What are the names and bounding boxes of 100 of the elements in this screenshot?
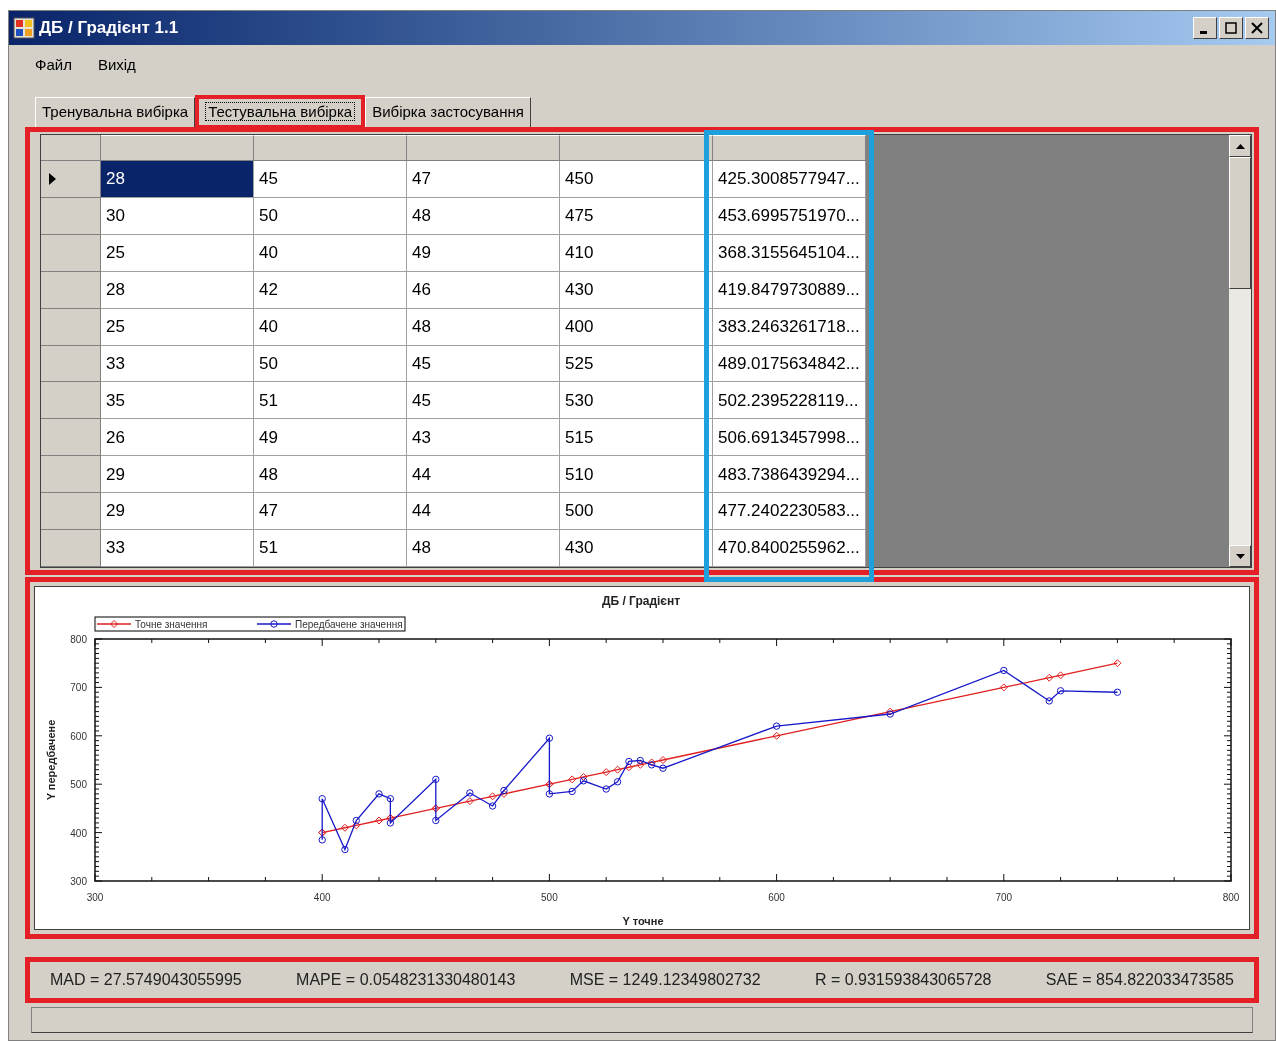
scroll-up-button[interactable] [1229, 135, 1251, 157]
table-cell[interactable]: 43 [407, 419, 560, 457]
point [579, 772, 588, 781]
table-cell[interactable]: 525 [560, 345, 713, 383]
point [1113, 659, 1122, 668]
table-cell[interactable]: 44 [407, 456, 560, 494]
point [352, 821, 361, 830]
table-cell[interactable]: 42 [254, 271, 407, 309]
table-cell[interactable]: 46 [407, 271, 560, 309]
column-header[interactable] [101, 135, 254, 161]
column-header[interactable] [407, 135, 560, 161]
point [488, 792, 497, 801]
scroll-thumb[interactable] [1229, 157, 1251, 289]
close-icon [1251, 22, 1263, 34]
point [659, 764, 667, 772]
table-cell[interactable]: 470.8400255962... [713, 530, 866, 567]
row-header[interactable] [41, 493, 101, 531]
table-cell[interactable]: 453.6995751970... [713, 197, 866, 235]
table-cell[interactable]: 29 [101, 456, 254, 494]
table-cell[interactable]: 48 [407, 308, 560, 346]
maximize-button[interactable] [1219, 17, 1243, 39]
table-cell[interactable]: 35 [101, 382, 254, 420]
table-cell[interactable]: 368.3155645104... [713, 234, 866, 272]
close-button[interactable] [1245, 17, 1269, 39]
table-cell[interactable]: 47 [407, 160, 560, 198]
table-cell[interactable]: 45 [407, 382, 560, 420]
menu-item[interactable]: Файл [35, 53, 72, 77]
table-cell[interactable]: 383.2463261718... [713, 308, 866, 346]
column-header[interactable] [254, 135, 407, 161]
table-cell[interactable]: 48 [407, 197, 560, 235]
table-cell[interactable]: 483.7386439294... [713, 456, 866, 494]
row-header[interactable] [41, 456, 101, 494]
table-cell[interactable]: 44 [407, 493, 560, 531]
table-cell[interactable]: 28 [101, 271, 254, 309]
table-cell[interactable]: 530 [560, 382, 713, 420]
table-cell[interactable]: 502.2395228119... [713, 382, 866, 420]
row-header[interactable] [41, 234, 101, 272]
column-header[interactable] [560, 135, 713, 161]
point [545, 790, 554, 798]
vertical-scrollbar[interactable] [1229, 135, 1251, 567]
table-cell[interactable]: 33 [101, 530, 254, 567]
table-cell[interactable]: 430 [560, 530, 713, 567]
table-cell[interactable]: 450 [560, 160, 713, 198]
menu-item[interactable]: Вихід [97, 53, 136, 77]
row-header[interactable] [41, 419, 101, 457]
table-cell[interactable]: 400 [560, 308, 713, 346]
table-cell[interactable]: 425.3008577947... [713, 160, 866, 198]
table-cell[interactable]: 410 [560, 234, 713, 272]
table-cell[interactable]: 506.6913457998... [713, 419, 866, 457]
tab[interactable]: Вибірка застосування [365, 97, 531, 127]
x-tick-label: 700 [995, 892, 1013, 903]
table-cell[interactable]: 419.8479730889... [713, 271, 866, 309]
minimize-button[interactable] [1193, 17, 1217, 39]
table-cell[interactable]: 40 [254, 234, 407, 272]
table-cell[interactable]: 33 [101, 345, 254, 383]
statistic-label: R = 0.931593843065728 [814, 970, 992, 990]
table-cell[interactable]: 51 [254, 530, 407, 567]
table-cell[interactable]: 475 [560, 197, 713, 235]
row-header[interactable] [41, 271, 101, 309]
row-header[interactable] [41, 308, 101, 346]
point [602, 785, 610, 793]
row-header[interactable] [41, 197, 101, 235]
table-cell[interactable]: 489.0175634842... [713, 345, 866, 383]
table-cell[interactable]: 500 [560, 493, 713, 531]
tab[interactable]: Тестувальна вибірка [195, 95, 366, 129]
table-cell[interactable]: 50 [254, 345, 407, 383]
table-cell[interactable]: 40 [254, 308, 407, 346]
point [602, 768, 611, 777]
table-cell[interactable]: 430 [560, 271, 713, 309]
row-header[interactable] [41, 382, 101, 420]
row-header[interactable] [41, 160, 101, 198]
statistic-label: SAE = 854.822033473585 [1045, 970, 1234, 990]
table-cell[interactable]: 49 [254, 419, 407, 457]
table-cell[interactable]: 30 [101, 197, 254, 235]
table-cell[interactable]: 50 [254, 197, 407, 235]
row-header[interactable] [41, 530, 101, 567]
table-cell[interactable]: 26 [101, 419, 254, 457]
table-cell[interactable]: 48 [407, 530, 560, 567]
point [636, 760, 645, 769]
table-cell[interactable]: 28 [101, 160, 254, 198]
table-cell[interactable]: 29 [101, 493, 254, 531]
table-cell[interactable]: 48 [254, 456, 407, 494]
maximize-icon [1225, 22, 1237, 34]
table-cell[interactable]: 25 [101, 308, 254, 346]
table-cell[interactable]: 51 [254, 382, 407, 420]
point [659, 756, 667, 764]
table-cell[interactable]: 510 [560, 456, 713, 494]
point [488, 802, 497, 810]
scroll-down-button[interactable] [1229, 545, 1251, 567]
column-header[interactable] [713, 135, 866, 161]
table-cell[interactable]: 45 [407, 345, 560, 383]
table-cell[interactable]: 47 [254, 493, 407, 531]
table-cell[interactable]: 477.2402230583... [713, 493, 866, 531]
row-header[interactable] [41, 345, 101, 383]
point [624, 763, 633, 772]
table-cell[interactable]: 515 [560, 419, 713, 457]
table-cell[interactable]: 45 [254, 160, 407, 198]
table-cell[interactable]: 49 [407, 234, 560, 272]
table-cell[interactable]: 25 [101, 234, 254, 272]
tab[interactable]: Тренувальна вибірка [35, 97, 196, 127]
